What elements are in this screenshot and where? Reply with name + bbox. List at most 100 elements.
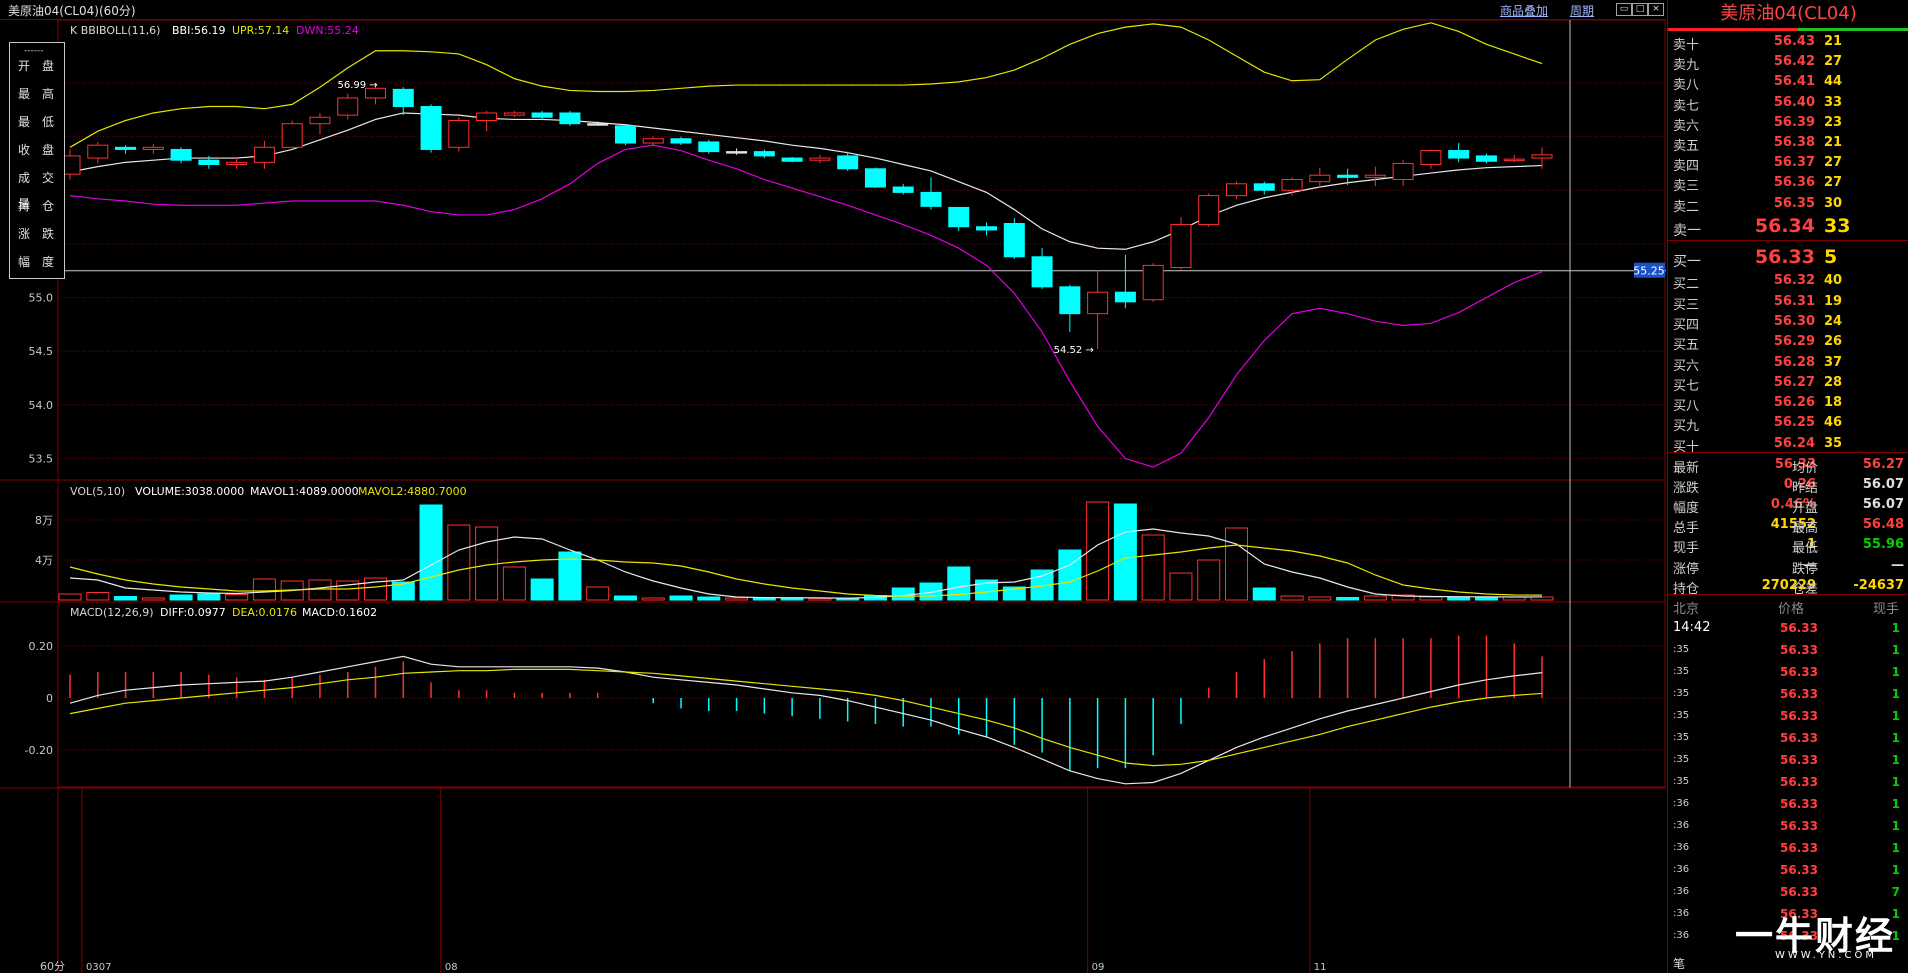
quote-row: 持仓 270229 仓差 -24637 [1668, 576, 1908, 597]
ask-volume: 27 [1824, 175, 1843, 191]
bid-volume: 35 [1824, 435, 1843, 451]
restore-button[interactable]: ▭ [1616, 3, 1632, 16]
bid-label: 买五 [1673, 338, 1700, 354]
candle-body [864, 168, 886, 188]
candle-body [614, 125, 636, 144]
quote-label: 涨跌 [1673, 481, 1700, 497]
chart-area[interactable]: 55.555.054.554.053.58万4万0.200-0.2055.25K… [0, 20, 1666, 973]
candle-body [420, 106, 442, 150]
side-menu-item[interactable]: 开盘 [10, 53, 66, 79]
volume-bar [1308, 596, 1332, 601]
ask-volume: 33 [1824, 94, 1843, 110]
candle-body [1420, 150, 1442, 165]
maximize-button[interactable]: □ [1632, 3, 1648, 16]
volume-bar [891, 587, 915, 601]
header-red-bar [1668, 28, 1798, 31]
side-menu-item[interactable]: 最高 [10, 81, 66, 107]
price-tick-label: 54.0 [29, 399, 54, 412]
volume-tick-label: 4万 [35, 554, 53, 567]
quote-label: 均价 [1792, 461, 1819, 476]
bid-label: 买八 [1673, 399, 1700, 415]
tick-tab[interactable]: 笔 [1673, 955, 1685, 972]
ask-row: 卖五 56.38 21 [1668, 133, 1908, 154]
ask-label: 卖六 [1673, 118, 1700, 134]
ask-volume: 44 [1824, 74, 1843, 90]
quote-label: 最新 [1673, 461, 1700, 476]
side-menu-item[interactable]: 幅度 [10, 249, 66, 275]
bid-row: 买七 56.27 28 [1668, 373, 1908, 394]
ask-volume: 21 [1824, 135, 1843, 150]
candle-body [1503, 158, 1525, 162]
side-menu-item[interactable]: 最低 [10, 109, 66, 135]
tick-price: 56.33 [1780, 819, 1818, 833]
side-menu-item[interactable]: 涨跌 [10, 221, 66, 247]
macd-tick-label: 0.20 [29, 640, 54, 653]
volume-bar [86, 592, 110, 601]
volume-bar [225, 594, 249, 601]
dea-value: DEA:0.0176 [232, 606, 297, 619]
dwn-line [69, 144, 1543, 468]
ask-row: 卖一 56.34 33 [1668, 215, 1908, 239]
candle-body [1142, 264, 1164, 301]
ask-row: 卖九 56.42 27 [1668, 52, 1908, 74]
tick-time: :36 [1673, 886, 1690, 897]
volume-bar [1419, 596, 1443, 601]
ask-price: 56.36 [1773, 175, 1815, 191]
ask-price: 56.39 [1773, 114, 1815, 130]
candle-body [948, 206, 970, 228]
tick-row: :35 56.33 1 [1668, 772, 1908, 794]
mavol1-value: MAVOL1:4089.0000 [250, 485, 359, 498]
candle-body [892, 186, 914, 193]
ticks-header-price: 价格 [1778, 602, 1805, 617]
volume-bar [530, 578, 554, 601]
quote-row: 最新 56.33 均价 56.27 [1668, 455, 1908, 476]
diff-value: DIFF:0.0977 [160, 606, 226, 619]
tick-price: 56.33 [1780, 643, 1818, 657]
ticks-divider [1668, 594, 1908, 595]
bid-row: 买一 56.33 5 [1668, 246, 1908, 270]
bid-label: 买一 [1673, 254, 1701, 270]
app-root: 美原油04(CL04)(60分) 商品叠加 周期 ▭ □ × 55.555.05… [0, 0, 1908, 973]
volume-bar [1058, 549, 1082, 601]
candle-body [642, 138, 664, 144]
tick-price: 56.33 [1780, 863, 1818, 877]
quote-row: 涨跌 0.26 昨结 56.07 [1668, 475, 1908, 497]
side-menu-item[interactable]: 持仓 [10, 193, 66, 219]
tick-row: :36 56.33 1 [1668, 794, 1908, 816]
candle-body [448, 119, 470, 148]
price-tick-label: 53.5 [29, 453, 54, 466]
volume-bar [58, 593, 82, 601]
quote-label: 最高 [1792, 521, 1819, 537]
macd-indicator-label: MACD(12,26,9) [70, 606, 154, 619]
candle-body [1114, 291, 1136, 303]
candle-body [1475, 155, 1497, 162]
ask-label: 卖四 [1673, 159, 1700, 175]
quote-value: 56.48 [1862, 517, 1904, 533]
volume-bar [1169, 572, 1193, 601]
ask-label: 卖二 [1673, 199, 1700, 215]
tick-row: :36 56.33 7 [1668, 882, 1908, 904]
tick-price: 56.33 [1780, 621, 1818, 635]
mavol2-line [69, 544, 1543, 597]
volume-bar [252, 578, 276, 601]
side-menu-item[interactable]: 收盘 [10, 137, 66, 163]
tick-volume: 1 [1891, 797, 1900, 811]
ask-label: 卖一 [1673, 222, 1701, 239]
overlay-link[interactable]: 商品叠加 [1500, 2, 1548, 19]
ask-label: 卖九 [1673, 58, 1700, 74]
period-link[interactable]: 周期 [1570, 2, 1594, 19]
candle-body [115, 146, 137, 150]
close-button[interactable]: × [1648, 3, 1664, 16]
candle-body [1253, 183, 1275, 191]
side-menu-item[interactable]: 成交量 [10, 165, 66, 211]
tick-time: :36 [1673, 842, 1690, 853]
bid-volume: 19 [1824, 293, 1843, 309]
candle-body [503, 112, 525, 116]
tick-price: 56.33 [1780, 775, 1818, 789]
ask-label: 卖十 [1673, 38, 1700, 53]
book-divider [1668, 240, 1908, 241]
candle-body [559, 112, 581, 125]
low-annotation: 54.52 → [1054, 345, 1094, 356]
tick-volume: 1 [1891, 709, 1900, 723]
tick-volume: 1 [1891, 621, 1900, 635]
